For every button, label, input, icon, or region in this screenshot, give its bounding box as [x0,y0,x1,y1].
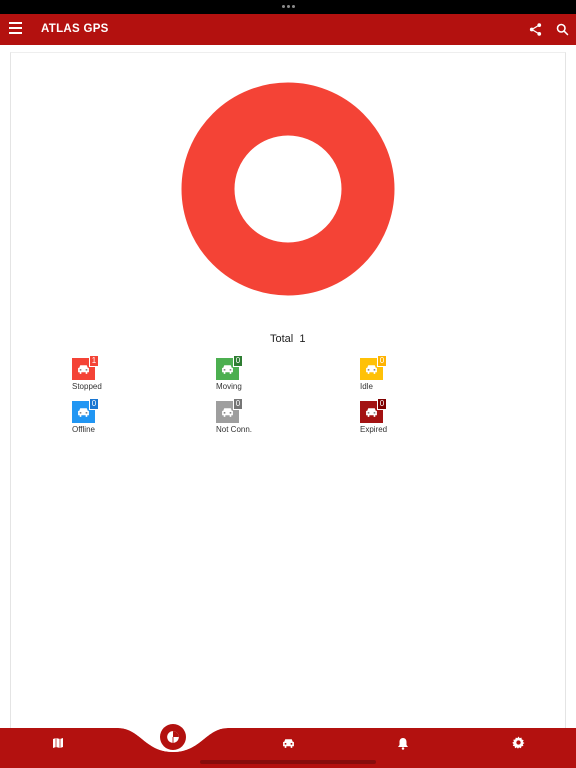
not-connected-icon-box: 0 [216,398,243,423]
offline-icon-box: 0 [72,398,99,423]
home-indicator[interactable] [200,760,376,764]
expired-icon-box: 0 [360,398,387,423]
share-icon[interactable] [528,22,543,37]
app-bar: ATLAS GPS [0,14,576,45]
idle-icon-box: 0 [360,355,387,380]
stopped-label: Stopped [72,382,102,391]
total-value: 1 [299,333,306,345]
hamburger-menu-icon[interactable] [9,22,23,36]
expired-label: Expired [360,425,388,434]
app-title: ATLAS GPS [41,23,109,35]
status-moving[interactable]: 0 Moving [216,355,286,395]
status-idle[interactable]: 0 Idle [360,355,430,395]
stopped-count-badge: 1 [89,355,99,367]
system-status-bar [0,0,576,14]
total-summary: Total 1 [270,333,306,345]
not-connected-label: Not Conn. [216,425,253,434]
stopped-icon-box: 1 [72,355,99,380]
idle-label: Idle [360,382,373,391]
moving-icon-box: 0 [216,355,243,380]
total-label: Total [270,333,294,345]
vehicle-status-donut-chart[interactable] [181,82,395,296]
not-connected-count-badge: 0 [233,398,243,410]
donut-segment-stopped[interactable] [181,82,395,296]
pie-chart-icon[interactable] [160,724,186,750]
moving-count-badge: 0 [233,355,243,367]
bell-icon[interactable] [391,731,415,755]
status-expired[interactable]: 0 Expired [360,398,430,438]
search-icon[interactable] [555,22,570,37]
status-offline[interactable]: 0 Offline [72,398,142,438]
gear-icon[interactable] [506,730,530,754]
offline-label: Offline [72,425,95,434]
offline-count-badge: 0 [89,398,99,410]
car-icon[interactable] [276,731,300,755]
map-icon[interactable] [46,731,70,755]
expired-count-badge: 0 [377,398,387,410]
status-stopped[interactable]: 1 Stopped [72,355,142,395]
multitasking-dots[interactable] [282,5,295,8]
status-not-connected[interactable]: 0 Not Conn. [216,398,286,438]
idle-count-badge: 0 [377,355,387,367]
moving-label: Moving [216,382,242,391]
